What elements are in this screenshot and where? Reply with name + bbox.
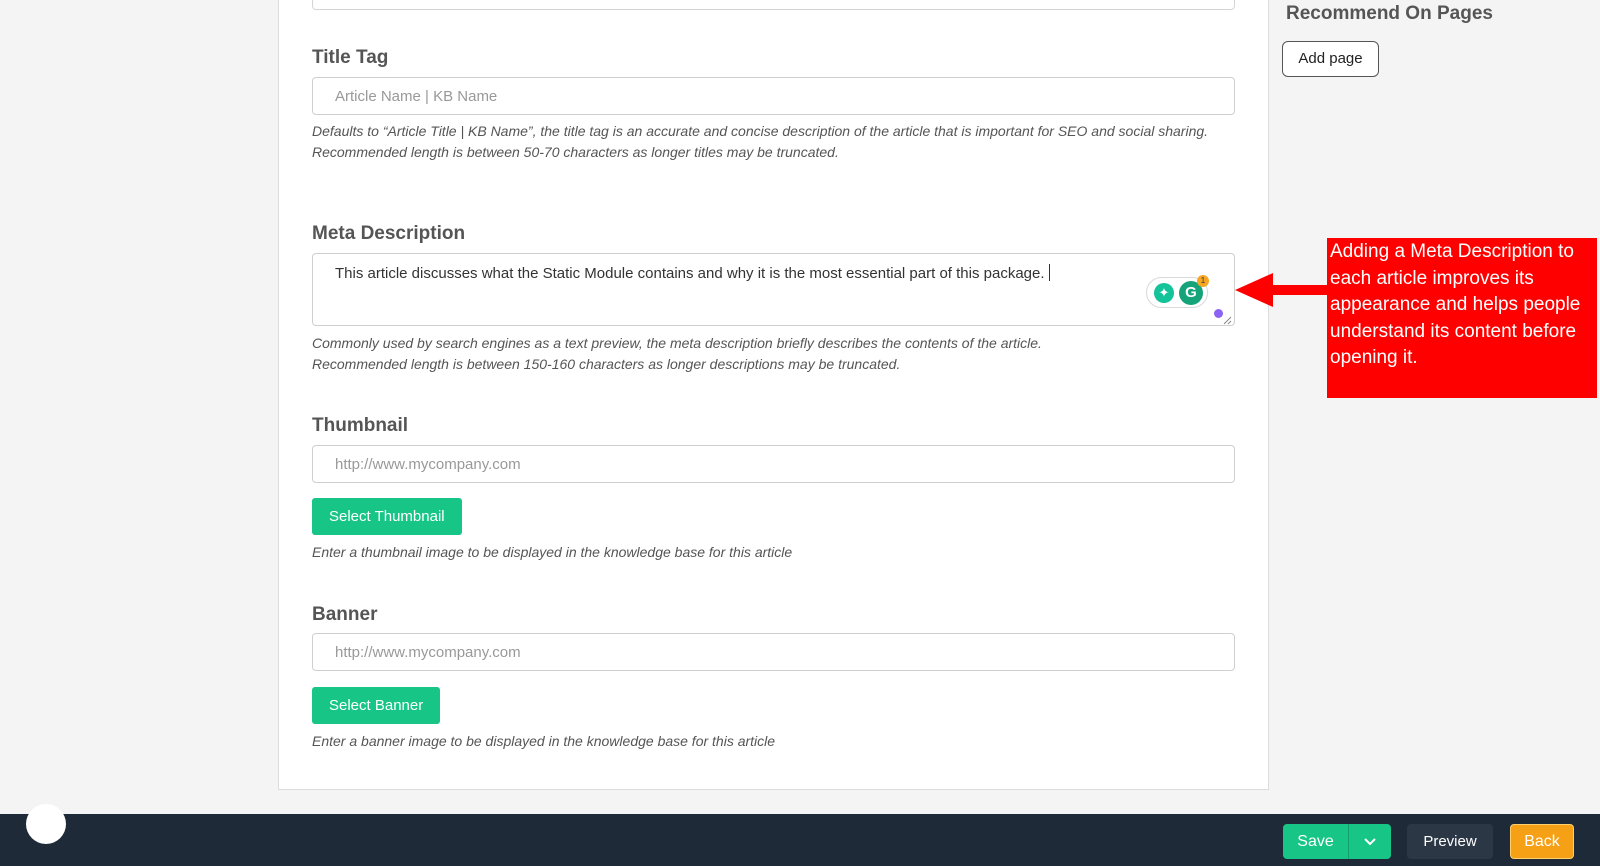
save-options-toggle[interactable] (1349, 824, 1391, 859)
title-tag-label: Title Tag (312, 47, 389, 68)
meta-description-textarea[interactable]: This article discusses what the Static M… (312, 253, 1235, 326)
banner-help: Enter a banner image to be displayed in … (312, 733, 776, 749)
add-page-button[interactable]: Add page (1282, 41, 1379, 77)
meta-description-help-line2: Recommended length is between 150-160 ch… (312, 355, 901, 372)
save-button[interactable]: Save (1283, 824, 1348, 859)
thumbnail-help: Enter a thumbnail image to be displayed … (312, 544, 793, 560)
back-button[interactable]: Back (1510, 824, 1574, 859)
title-tag-help: Defaults to “Article Title | KB Name”, t… (312, 121, 1212, 162)
status-dot (1214, 309, 1223, 318)
previous-input-field[interactable] (312, 0, 1235, 10)
red-arrow-icon (1235, 273, 1327, 307)
preview-button[interactable]: Preview (1407, 824, 1493, 859)
select-banner-button[interactable]: Select Banner (312, 687, 441, 724)
thumbnail-label: Thumbnail (312, 415, 409, 436)
chat-launcher-button[interactable] (26, 804, 66, 844)
save-button-group: Save (1283, 824, 1391, 859)
banner-url-input[interactable]: http://www.mycompany.com (312, 633, 1235, 671)
title-tag-help-line2: Recommended length is between 50-70 char… (312, 143, 839, 160)
select-thumbnail-button[interactable]: Select Thumbnail (312, 498, 462, 535)
resize-handle-icon[interactable] (1223, 316, 1232, 325)
meta-description-label: Meta Description (312, 223, 466, 244)
chevron-down-icon (1364, 838, 1376, 846)
editor-panel (278, 0, 1269, 790)
meta-description-help-line1: Commonly used by search engines as a tex… (312, 335, 1042, 351)
grammarly-count-badge: 1 (1197, 275, 1209, 287)
text-caret (1048, 264, 1050, 281)
banner-label: Banner (312, 604, 378, 625)
recommend-on-pages-title: Recommend On Pages (1286, 3, 1493, 24)
title-tag-help-line1: Defaults to “Article Title | KB Name”, t… (312, 123, 1209, 139)
lightbulb-icon[interactable]: ✦ (1154, 283, 1174, 303)
title-tag-input[interactable]: Article Name | KB Name (312, 77, 1235, 115)
grammarly-widget[interactable]: ✦ G 1 (1146, 275, 1209, 308)
annotation-callout: Adding a Meta Description to each articl… (1327, 238, 1597, 398)
meta-description-value: This article discusses what the Static M… (335, 265, 1045, 282)
meta-description-help: Commonly used by search engines as a tex… (312, 333, 1212, 374)
thumbnail-url-input[interactable]: http://www.mycompany.com (312, 445, 1235, 483)
